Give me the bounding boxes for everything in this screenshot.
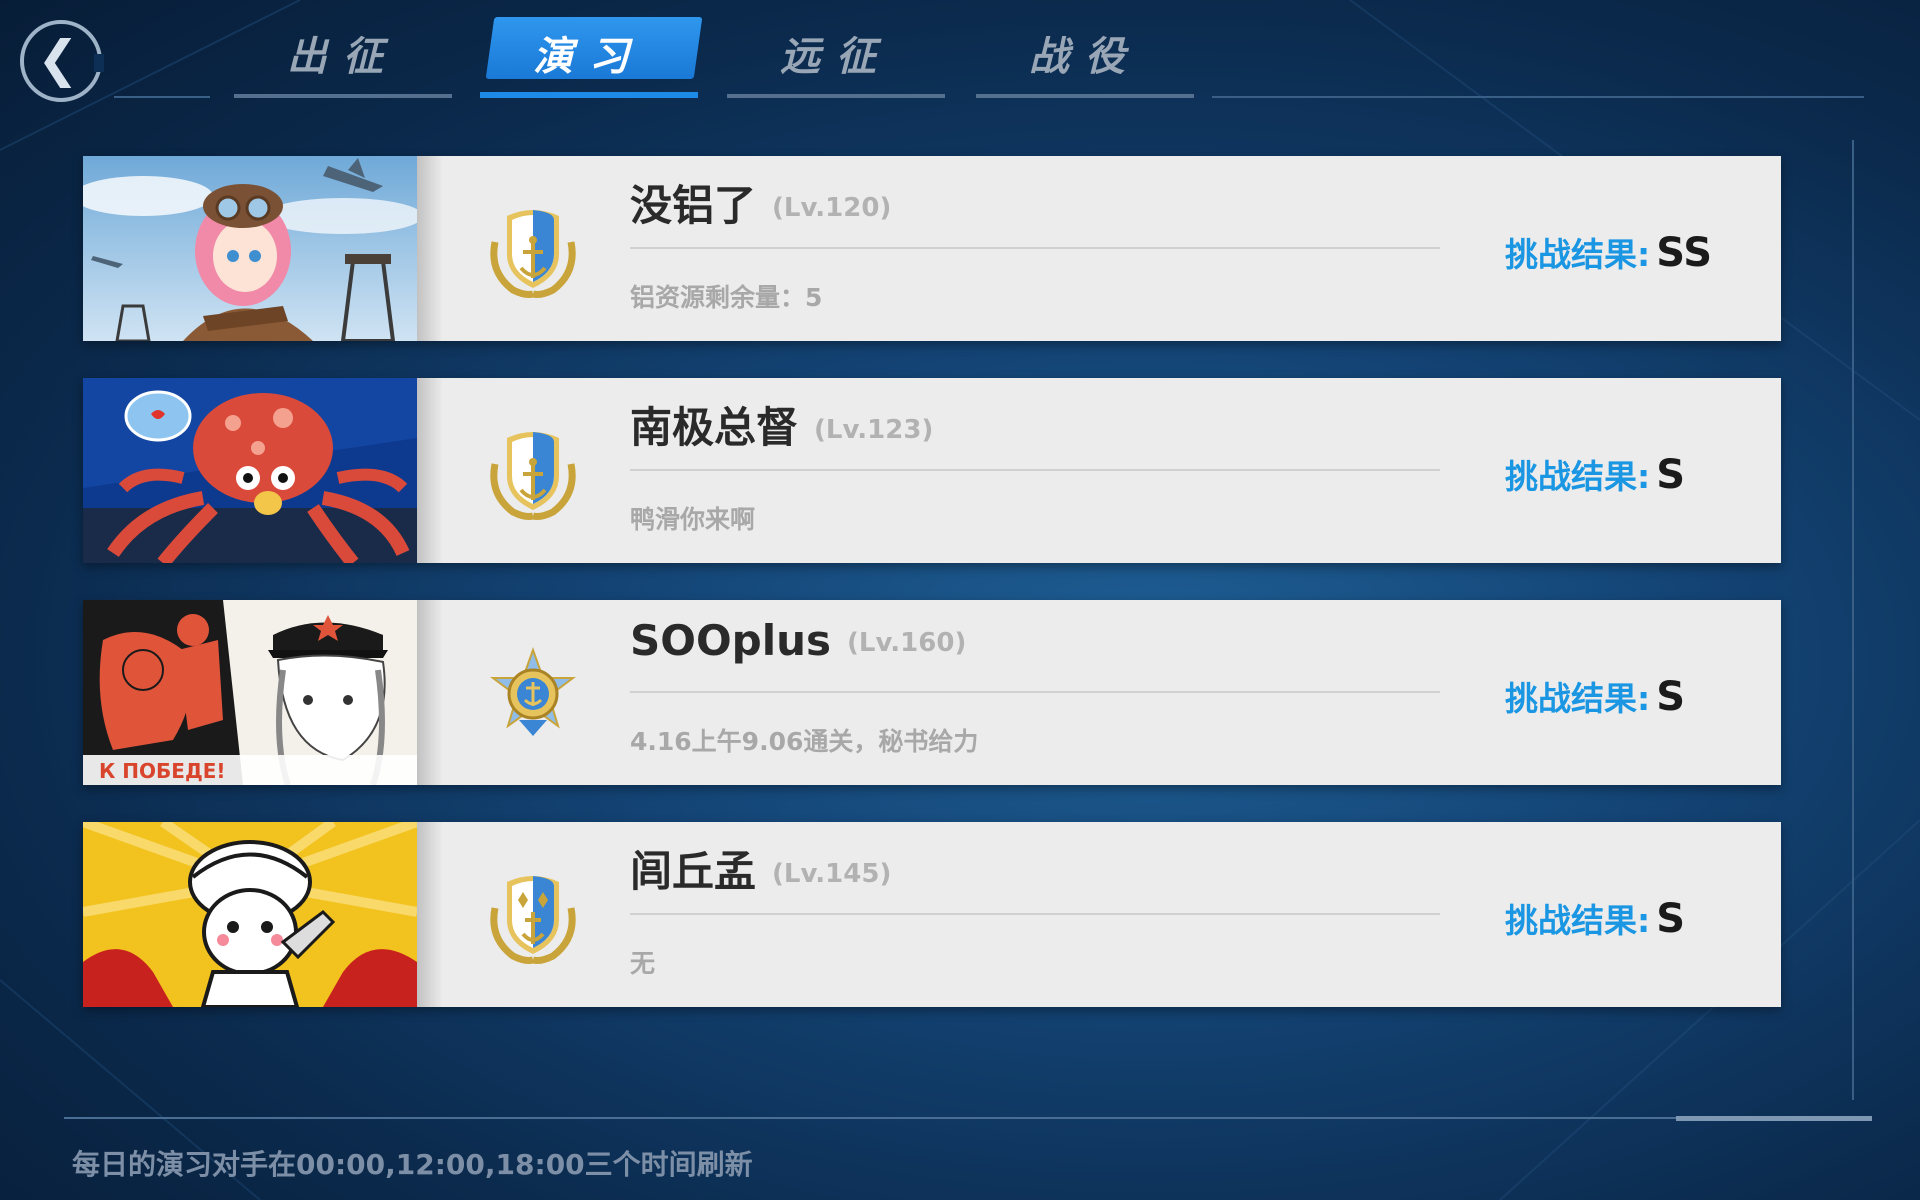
- tab-bar-line-right: [1212, 96, 1864, 98]
- opponent-level: (Lv.120): [772, 193, 892, 223]
- tab-exercise[interactable]: 演习: [480, 14, 703, 98]
- opponent-avatar: [83, 822, 417, 1007]
- opponent-name-text: SOOplus: [630, 616, 832, 665]
- back-button[interactable]: ❮: [20, 20, 104, 102]
- tab-exercise-label: 演习: [533, 34, 645, 80]
- tab-campaign-label: 战役: [1029, 34, 1141, 80]
- challenge-result-value: S: [1656, 674, 1686, 720]
- back-button-notch: [94, 54, 104, 72]
- avatar-shadow: [417, 600, 443, 785]
- opponent-name: 闾丘孟 (Lv.145): [630, 838, 891, 899]
- challenge-result: 挑战结果: SS: [1505, 228, 1712, 276]
- horizontal-scroll-thumb[interactable]: [1676, 1116, 1872, 1121]
- chevron-left-icon: ❮: [37, 30, 79, 88]
- opponent-level: (Lv.160): [847, 628, 967, 658]
- opponent-avatar: К ПОБЕДЕ!: [83, 600, 417, 785]
- opponent-note: 无: [630, 949, 656, 978]
- opponent-name-text: 没铝了: [630, 181, 757, 230]
- challenge-result: 挑战结果: S: [1505, 450, 1685, 498]
- avatar-shadow: [417, 378, 443, 563]
- card-divider: [630, 469, 1440, 471]
- opponent-card[interactable]: 南极总督 (Lv.123) 鸭滑你来啊 挑战结果: S: [83, 378, 1781, 563]
- card-divider: [630, 691, 1440, 693]
- challenge-result-label: 挑战结果:: [1505, 679, 1651, 718]
- challenge-result-value: SS: [1656, 230, 1713, 276]
- tab-sortie-label: 出征: [287, 34, 399, 80]
- challenge-result-label: 挑战结果:: [1505, 901, 1651, 940]
- tab-expedition[interactable]: 远征: [727, 14, 945, 98]
- avatar-shadow: [417, 156, 443, 341]
- tab-expedition-underline: [727, 94, 945, 98]
- opponent-card[interactable]: 没铝了 (Lv.120) 铝资源剩余量：5 挑战结果: SS: [83, 156, 1781, 341]
- avatar-shadow: [417, 822, 443, 1007]
- challenge-result-value: S: [1656, 896, 1686, 942]
- opponent-name: 南极总督 (Lv.123): [630, 394, 933, 455]
- challenge-result: 挑战结果: S: [1505, 894, 1685, 942]
- tab-exercise-underline: [480, 92, 698, 98]
- tab-sortie-underline: [234, 94, 452, 98]
- opponent-avatar: [83, 156, 417, 341]
- challenge-result-label: 挑战结果:: [1505, 235, 1651, 274]
- challenge-result: 挑战结果: S: [1505, 672, 1685, 720]
- tab-campaign-underline: [976, 94, 1194, 98]
- opponent-note: 鸭滑你来啊: [630, 505, 756, 534]
- challenge-result-label: 挑战结果:: [1505, 457, 1651, 496]
- challenge-result-value: S: [1656, 452, 1686, 498]
- opponent-note: 4.16上午9.06通关，秘书给力: [630, 727, 979, 756]
- diamond-anchor-shield-badge-icon: [490, 876, 576, 964]
- opponent-card[interactable]: К ПОБЕДЕ! SOOplus (Lv.160) 4.16上午9.06通关，秘…: [83, 600, 1781, 785]
- opponent-card[interactable]: 闾丘孟 (Lv.145) 无 挑战结果: S: [83, 822, 1781, 1007]
- tab-campaign[interactable]: 战役: [976, 14, 1194, 98]
- card-divider: [630, 913, 1440, 915]
- opponent-level: (Lv.123): [814, 415, 934, 445]
- card-divider: [630, 247, 1440, 249]
- opponent-level: (Lv.145): [772, 859, 892, 889]
- tab-sortie[interactable]: 出征: [234, 14, 452, 98]
- anchor-shield-badge-icon: [490, 432, 576, 520]
- opponent-name: SOOplus (Lv.160): [630, 616, 966, 665]
- tab-expedition-label: 远征: [780, 34, 892, 80]
- opponent-name: 没铝了 (Lv.120): [630, 172, 891, 233]
- tab-bar-line-left: [114, 96, 210, 98]
- opponent-avatar: [83, 378, 417, 563]
- svg-text:К ПОБЕДЕ!: К ПОБЕДЕ!: [99, 759, 226, 783]
- anchor-shield-badge-icon: [490, 210, 576, 298]
- list-scroll-track[interactable]: [1852, 140, 1854, 1100]
- footer-divider: [64, 1117, 1872, 1119]
- opponent-name-text: 南极总督: [630, 403, 799, 452]
- star-medal-badge-icon: [490, 647, 576, 736]
- opponent-note: 铝资源剩余量：5: [630, 283, 823, 312]
- opponent-name-text: 闾丘孟: [630, 847, 757, 896]
- refresh-info-text: 每日的演习对手在00:00,12:00,18:00三个时间刷新: [72, 1148, 753, 1181]
